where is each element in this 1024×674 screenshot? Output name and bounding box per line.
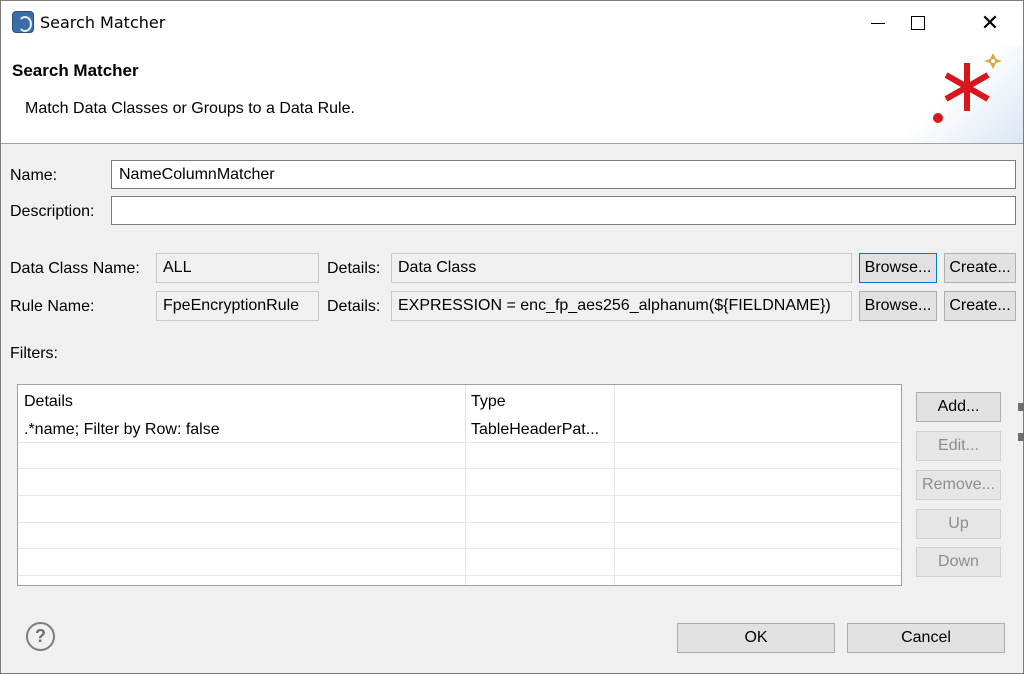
rule-details-label: Details: (327, 298, 381, 315)
close-button[interactable]: ✕ (961, 1, 1019, 45)
eclipse-app-icon (12, 11, 34, 33)
data-class-details-value: Data Class (391, 253, 852, 283)
minimize-icon (871, 22, 885, 24)
move-up-button[interactable]: Up (916, 509, 1001, 539)
data-class-details-label: Details: (327, 260, 381, 277)
column-header-type[interactable]: Type (471, 393, 506, 411)
column-divider[interactable] (465, 385, 466, 585)
edit-filter-button[interactable]: Edit... (916, 431, 1001, 461)
close-icon: ✕ (980, 10, 1000, 36)
rule-browse-button[interactable]: Browse... (859, 291, 937, 321)
regex-asterisk-icon (907, 45, 1023, 143)
title-bar[interactable]: Search Matcher ✕ (1, 1, 1023, 45)
data-class-browse-button[interactable]: Browse... (859, 253, 937, 283)
filters-table[interactable]: Details Type .*name; Filter by Row: fals… (17, 384, 902, 586)
rule-details-value: EXPRESSION = enc_fp_aes256_alphanum(${FI… (391, 291, 852, 321)
filters-label: Filters: (10, 345, 58, 362)
row-divider (18, 575, 901, 576)
data-class-name-value: ALL (156, 253, 319, 283)
banner-title: Search Matcher (12, 61, 139, 80)
ok-button[interactable]: OK (677, 623, 835, 653)
window-title: Search Matcher (40, 13, 166, 32)
help-icon[interactable]: ? (26, 622, 55, 651)
rule-create-button[interactable]: Create... (944, 291, 1016, 321)
rule-name-label: Rule Name: (10, 298, 95, 315)
name-field[interactable]: NameColumnMatcher (111, 160, 1016, 189)
remove-filter-button[interactable]: Remove... (916, 470, 1001, 500)
banner-description: Match Data Classes or Groups to a Data R… (25, 100, 355, 117)
edge-artifact (1018, 433, 1024, 441)
data-class-name-label: Data Class Name: (10, 260, 140, 277)
row-divider (18, 495, 901, 496)
table-cell-details[interactable]: .*name; Filter by Row: false (24, 421, 459, 439)
column-divider[interactable] (614, 385, 615, 585)
table-cell-type[interactable]: TableHeaderPat... (471, 421, 611, 439)
row-divider (18, 522, 901, 523)
edge-artifact (1018, 403, 1024, 411)
rule-name-value: FpeEncryptionRule (156, 291, 319, 321)
description-field[interactable] (111, 196, 1016, 225)
row-divider (18, 442, 901, 443)
maximize-icon (911, 16, 925, 30)
column-header-details[interactable]: Details (24, 393, 73, 411)
add-filter-button[interactable]: Add... (916, 392, 1001, 422)
name-label: Name: (10, 167, 58, 184)
move-down-button[interactable]: Down (916, 547, 1001, 577)
cancel-button[interactable]: Cancel (847, 623, 1005, 653)
maximize-button[interactable] (889, 1, 947, 45)
data-class-create-button[interactable]: Create... (944, 253, 1016, 283)
search-matcher-dialog: Search Matcher ✕ Search Matcher Match Da… (0, 0, 1024, 674)
description-label: Description: (10, 203, 95, 220)
row-divider (18, 468, 901, 469)
header-banner: Search Matcher Match Data Classes or Gro… (1, 45, 1023, 144)
row-divider (18, 548, 901, 549)
